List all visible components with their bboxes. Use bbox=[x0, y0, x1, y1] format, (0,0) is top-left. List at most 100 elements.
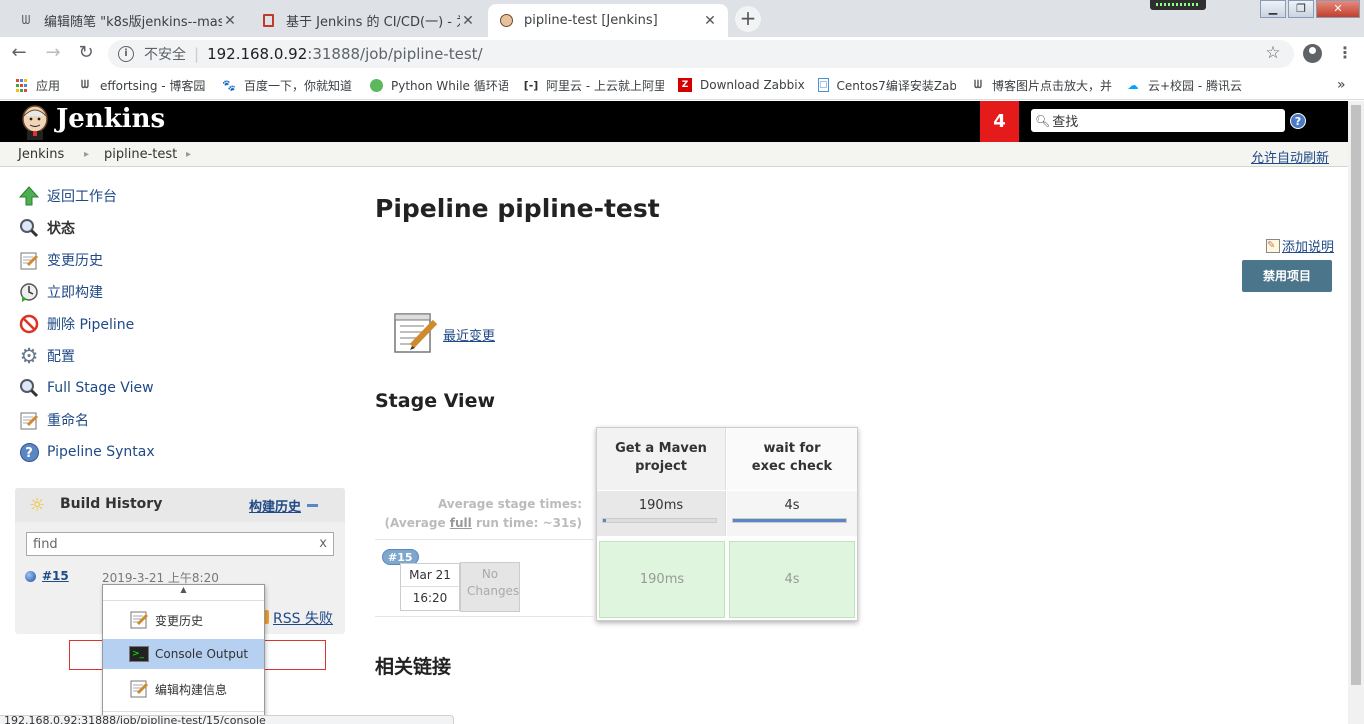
browser-tab-3[interactable]: pipline-test [Jenkins] ✕ bbox=[488, 4, 728, 37]
scrollbar-thumb[interactable] bbox=[1351, 105, 1361, 685]
task-status[interactable]: 状态 bbox=[18, 216, 75, 240]
filter-value: find bbox=[33, 537, 58, 552]
stage-cell-maven[interactable]: 190ms bbox=[599, 541, 725, 618]
close-icon[interactable]: ✕ bbox=[222, 13, 238, 29]
stage-cell-wait[interactable]: 4s bbox=[729, 541, 855, 618]
bookmark-python[interactable]: Python While 循环语 bbox=[370, 76, 508, 94]
avg-progress-fill bbox=[733, 519, 846, 522]
clear-filter-icon[interactable]: x bbox=[319, 536, 327, 551]
circle-icon bbox=[370, 78, 383, 92]
stage-view-title: Stage View bbox=[375, 390, 496, 412]
related-links-title: 相关链接 bbox=[375, 656, 452, 678]
task-changes[interactable]: 变更历史 bbox=[18, 248, 103, 272]
build-filter-input[interactable]: find x bbox=[26, 532, 334, 556]
build-trend-link[interactable]: 构建历史 bbox=[249, 496, 301, 515]
profile-avatar-icon[interactable] bbox=[1303, 44, 1322, 63]
stage-header-maven: Get a Maven project bbox=[597, 428, 726, 490]
collapse-minus-icon[interactable] bbox=[307, 504, 318, 507]
apps-icon bbox=[14, 78, 28, 92]
browser-tab-2[interactable]: 基于 Jenkins 的 CI/CD(一) - 为程 ✕ bbox=[250, 4, 486, 37]
avg-progress-bar bbox=[732, 518, 847, 523]
task-pipeline-syntax[interactable]: ? Pipeline Syntax bbox=[18, 440, 155, 464]
bookmark-label: Python While 循环语 bbox=[391, 78, 508, 93]
address-toolbar: ← → ↻ i 不安全 | 192.168.0.92 :31888/job/pi… bbox=[0, 37, 1364, 70]
no-entry-icon bbox=[18, 313, 40, 335]
bookmark-zabbix[interactable]: Z Download Zabbix bbox=[678, 76, 808, 94]
window-close-icon[interactable]: ✕ bbox=[1316, 0, 1360, 18]
breadcrumb-job[interactable]: pipline-test bbox=[104, 147, 177, 162]
rss-failed-link[interactable]: RSS 失败 bbox=[273, 608, 333, 628]
avg-progress-bar bbox=[602, 518, 717, 523]
gear-icon: ⚙ bbox=[19, 344, 39, 368]
z-icon: Z bbox=[678, 78, 692, 92]
disable-project-button[interactable]: 禁用项目 bbox=[1242, 260, 1332, 292]
bookmark-label: 应用 bbox=[36, 78, 61, 93]
add-description-label: 添加说明 bbox=[1282, 240, 1335, 255]
bookmark-baidu[interactable]: 🐾 百度一下，你就知道 bbox=[222, 76, 358, 94]
notification-count-badge[interactable]: 4 bbox=[980, 101, 1019, 142]
build-number-link[interactable]: #15 bbox=[42, 569, 69, 583]
new-tab-button[interactable]: + bbox=[735, 6, 761, 32]
chevron-right-icon[interactable]: ▸ bbox=[84, 149, 89, 160]
recent-changes-link[interactable]: 最近变更 bbox=[443, 325, 495, 344]
jenkins-title[interactable]: Jenkins bbox=[56, 104, 165, 134]
status-url-bubble: 192.168.0.92:31888/job/pipline-test/15/c… bbox=[0, 715, 454, 724]
avg-cell-maven: 190ms bbox=[597, 491, 726, 536]
page-scrollbar[interactable] bbox=[1348, 101, 1364, 724]
up-arrow-icon bbox=[18, 185, 40, 207]
caret-up-icon: ▲ bbox=[103, 585, 264, 601]
tab-title: pipline-test [Jenkins] bbox=[524, 13, 658, 28]
back-arrow-icon[interactable]: ← bbox=[8, 42, 30, 64]
auto-refresh-link[interactable]: 允许自动刷新 bbox=[1251, 147, 1329, 166]
browser-tab-1[interactable]: ᗯ 编辑随笔 "k8s版jenkins--master ✕ bbox=[8, 4, 248, 37]
run-changes[interactable]: No Changes bbox=[460, 562, 520, 612]
notepad-icon bbox=[129, 678, 149, 701]
forward-arrow-icon[interactable]: → bbox=[42, 42, 64, 64]
info-icon[interactable]: i bbox=[118, 46, 134, 62]
menu-item-edit-build-info[interactable]: 编辑构建信息 bbox=[103, 673, 264, 705]
star-icon[interactable]: ☆ bbox=[1262, 42, 1284, 64]
task-back-to-dashboard[interactable]: 返回工作台 bbox=[18, 184, 117, 208]
run-time: 16:20 bbox=[401, 586, 459, 605]
bookmark-centos[interactable]: ▢ Centos7编译安装Zab bbox=[818, 76, 956, 94]
jenkins-logo-icon[interactable] bbox=[18, 104, 52, 140]
task-delete-pipeline[interactable]: 删除 Pipeline bbox=[18, 312, 134, 336]
w-icon: ᗯ bbox=[81, 78, 89, 91]
bookmark-tencent[interactable]: ☁ 云+校园 - 腾讯云 bbox=[1126, 76, 1256, 94]
kebab-menu-icon[interactable]: ⋮ bbox=[1334, 42, 1356, 64]
task-label: 删除 Pipeline bbox=[47, 317, 135, 333]
bookmark-apps[interactable]: 应用 bbox=[14, 76, 60, 94]
task-full-stage-view[interactable]: Full Stage View bbox=[18, 376, 154, 400]
reload-icon[interactable]: ↻ bbox=[75, 42, 97, 64]
build-context-menu: ▲ 变更历史 >_ Console Output 编辑构建信息 bbox=[102, 584, 265, 724]
breadcrumb-jenkins[interactable]: Jenkins bbox=[18, 147, 64, 162]
help-icon[interactable]: ? bbox=[1290, 113, 1306, 129]
bookmark-aliyun[interactable]: [-] 阿里云 - 上云就上阿里 bbox=[524, 76, 664, 94]
address-bar[interactable]: i 不安全 | 192.168.0.92 :31888/job/pipline-… bbox=[108, 40, 1294, 68]
bookmarks-more-button[interactable]: » bbox=[1337, 76, 1346, 94]
close-icon[interactable]: ✕ bbox=[460, 13, 476, 29]
minimize-icon[interactable]: ▁ bbox=[1260, 0, 1286, 18]
full-run-link[interactable]: full bbox=[450, 516, 472, 530]
run-date: Mar 21 bbox=[409, 568, 451, 582]
bookmarks-bar: 应用 ᗯ effortsing - 博客园 🐾 百度一下，你就知道 Python… bbox=[0, 70, 1364, 100]
task-configure[interactable]: ⚙ 配置 bbox=[18, 344, 75, 368]
close-icon[interactable]: ✕ bbox=[702, 13, 718, 29]
task-label: 重命名 bbox=[47, 413, 89, 429]
add-description-link[interactable]: ✎ 添加说明 bbox=[1266, 236, 1334, 255]
task-rename[interactable]: 重命名 bbox=[18, 408, 89, 432]
maximize-icon[interactable]: ❐ bbox=[1288, 0, 1314, 18]
url-path: :31888/job/pipline-test/ bbox=[307, 45, 483, 63]
bookmark-effortsing[interactable]: ᗯ effortsing - 博客园 bbox=[78, 76, 210, 94]
bookmark-blog-image[interactable]: ᗯ 博客图片点击放大，并 bbox=[972, 76, 1112, 94]
sun-icon: ☼ bbox=[29, 495, 46, 516]
avg-run-pre: (Average bbox=[384, 516, 450, 530]
task-label: 立即构建 bbox=[47, 285, 103, 301]
menu-item-changes[interactable]: 变更历史 bbox=[103, 604, 264, 636]
chevron-right-icon[interactable]: ▸ bbox=[186, 149, 191, 160]
task-build-now[interactable]: 立即构建 bbox=[18, 280, 103, 304]
paw-icon: 🐾 bbox=[222, 78, 236, 92]
bookmark-label: 博客图片点击放大，并 bbox=[991, 78, 1112, 93]
menu-item-console-output[interactable]: >_ Console Output bbox=[103, 639, 264, 669]
search-input[interactable]: 🔍︎ 查找 bbox=[1031, 109, 1285, 132]
